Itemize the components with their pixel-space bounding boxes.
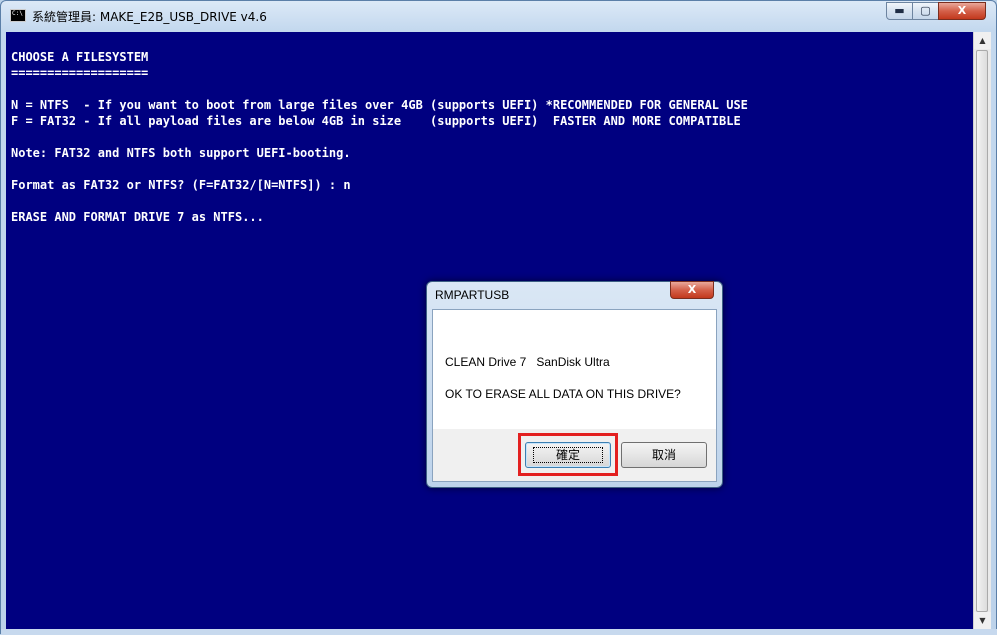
ok-button-highlight-annotation: [518, 433, 618, 476]
dialog-close-button[interactable]: X: [670, 281, 714, 299]
console-text: CHOOSE A FILESYSTEM =================== …: [11, 50, 748, 224]
minimize-button[interactable]: ▬: [886, 2, 913, 20]
scroll-up-arrow-icon[interactable]: ▲: [974, 32, 991, 49]
dialog-confirm-question: OK TO ERASE ALL DATA ON THIS DRIVE?: [445, 387, 681, 401]
title-bar[interactable]: 系統管理員: MAKE_E2B_USB_DRIVE v4.6 ▬ ▢ X: [1, 1, 996, 31]
maximize-button[interactable]: ▢: [912, 2, 939, 20]
dialog-drive-info: CLEAN Drive 7 SanDisk Ultra: [445, 355, 610, 369]
close-button[interactable]: X: [938, 2, 986, 20]
vertical-scrollbar[interactable]: ▲ ▼: [973, 32, 991, 629]
window-bottom-border: [1, 629, 997, 635]
cancel-button[interactable]: 取消: [621, 442, 707, 468]
window-title: 系統管理員: MAKE_E2B_USB_DRIVE v4.6: [32, 10, 267, 24]
scrollbar-thumb[interactable]: [976, 50, 988, 612]
scroll-down-arrow-icon[interactable]: ▼: [974, 612, 991, 629]
console-app-icon[interactable]: [10, 9, 26, 22]
dialog-title: RMPARTUSB: [435, 288, 510, 302]
dialog-message-area: CLEAN Drive 7 SanDisk Ultra OK TO ERASE …: [433, 310, 716, 429]
